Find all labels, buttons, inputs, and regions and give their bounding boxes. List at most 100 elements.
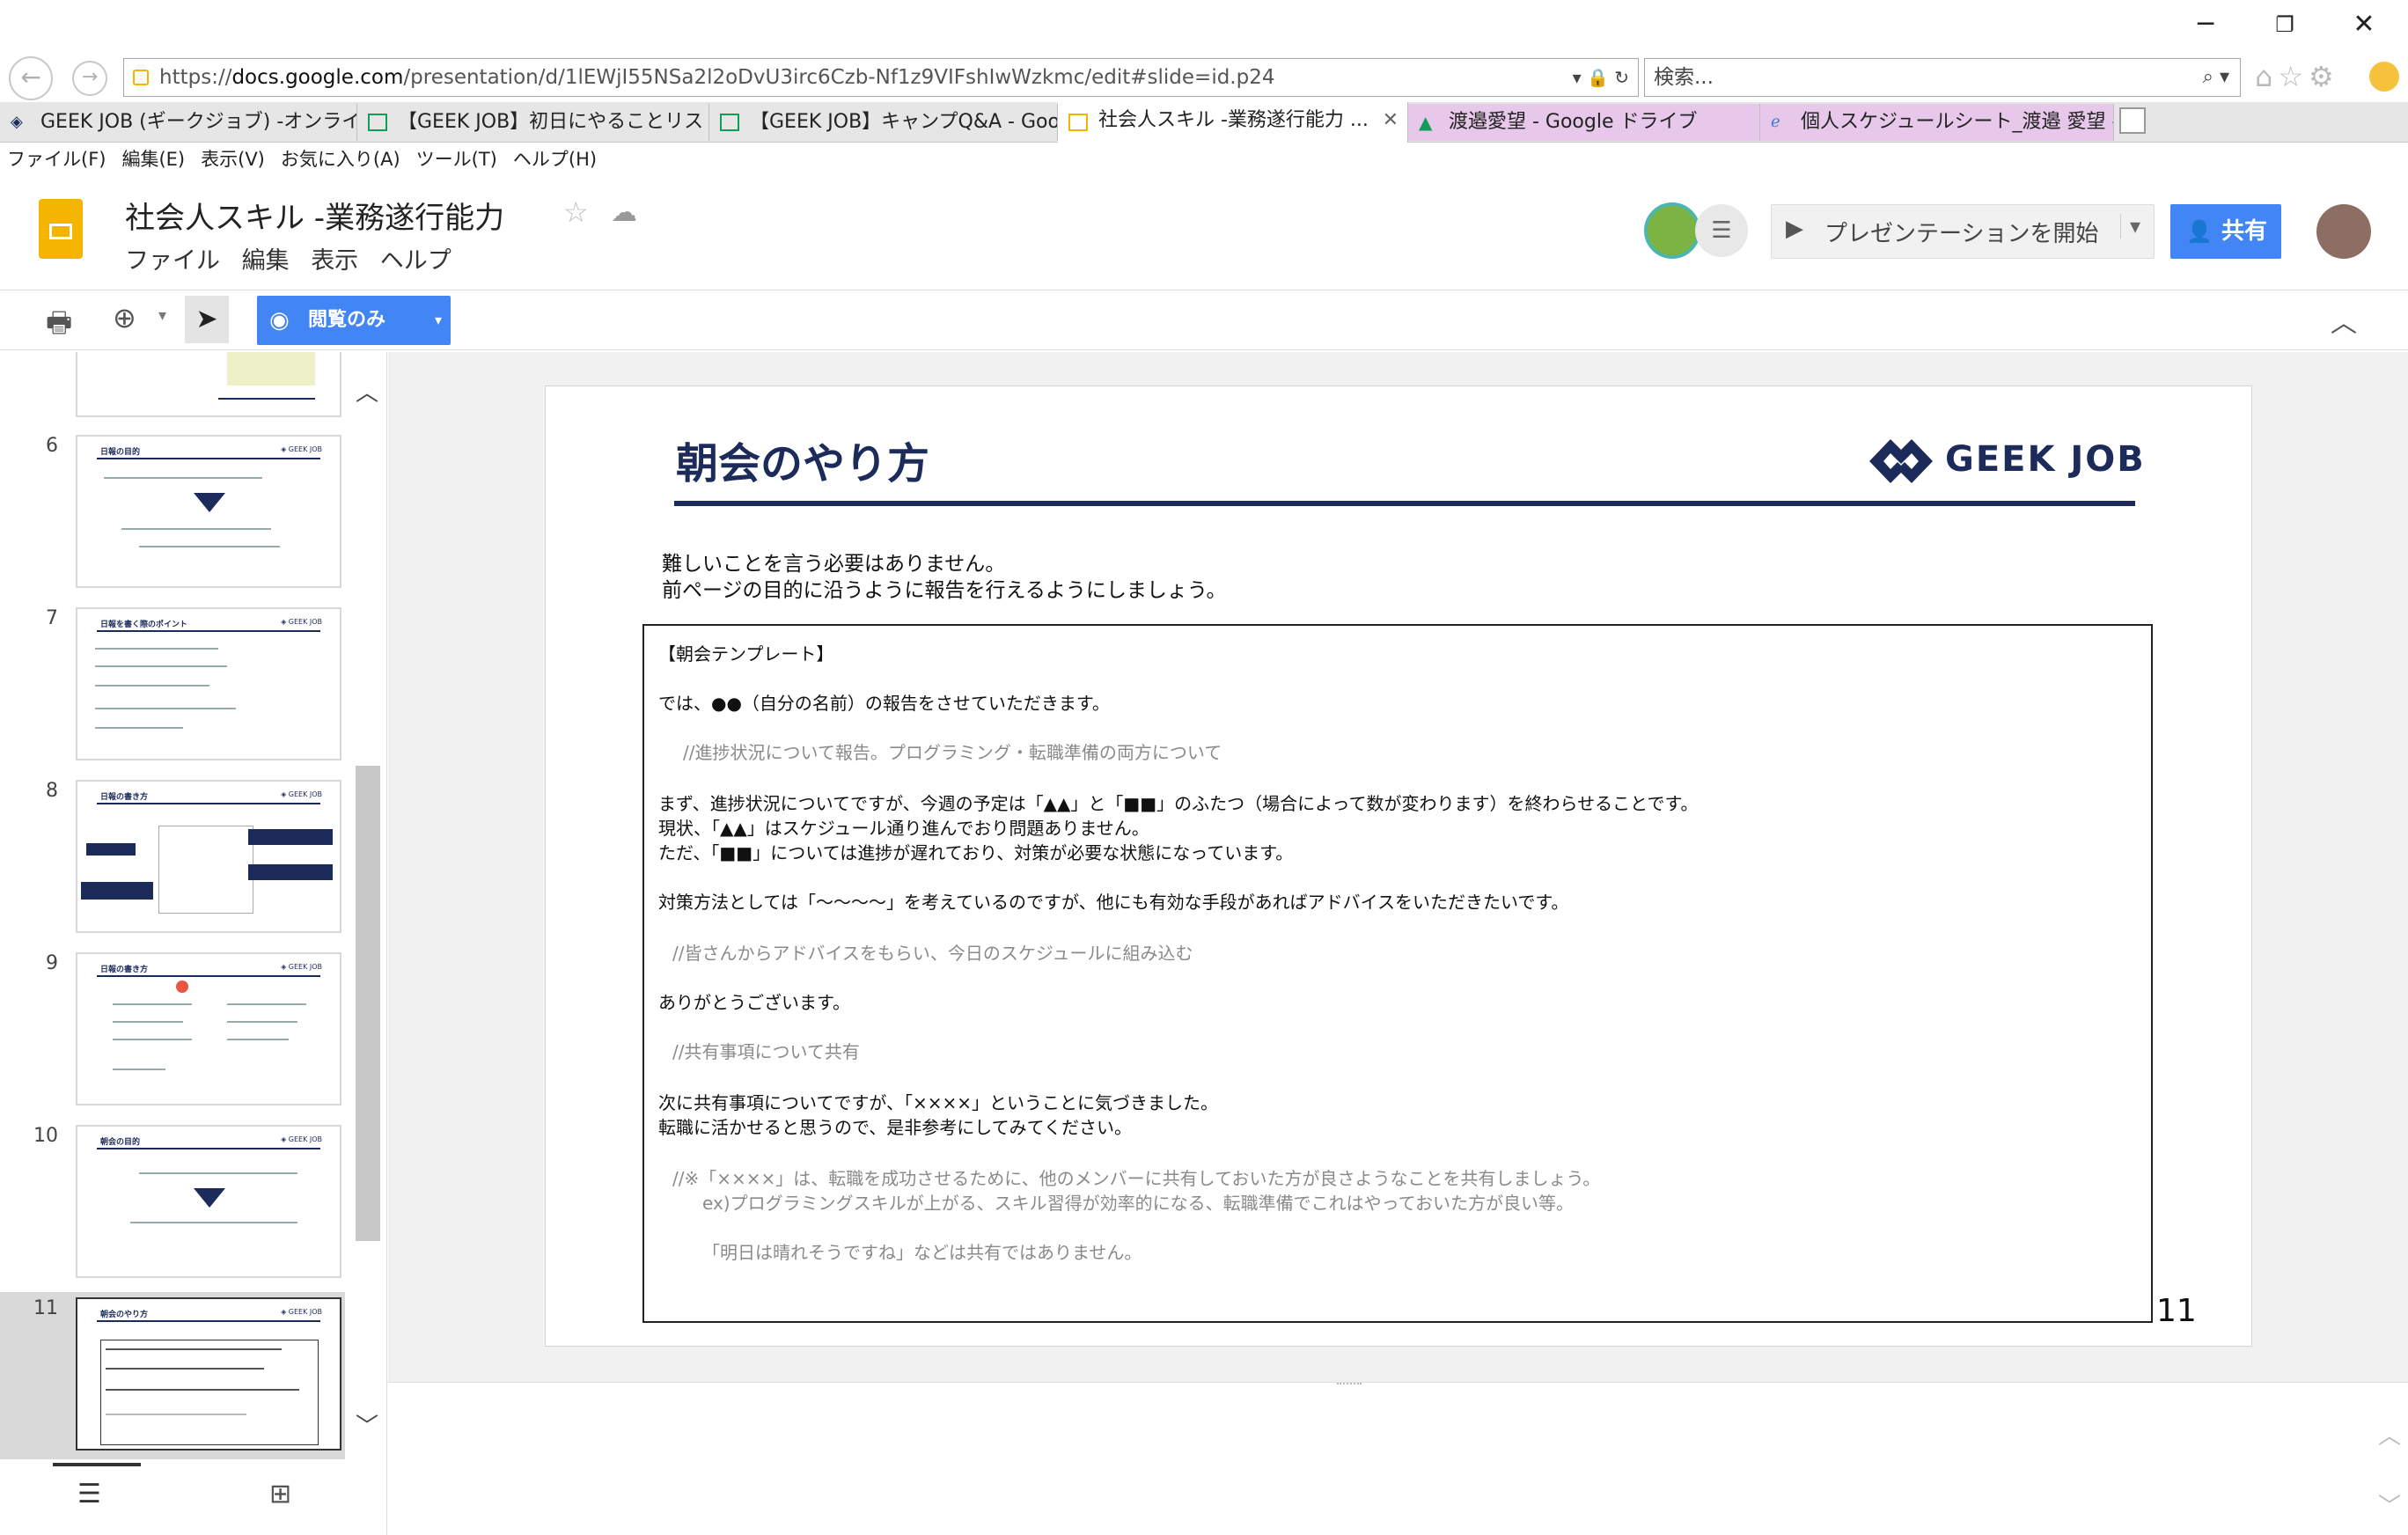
thumb-line: [139, 1172, 297, 1174]
grid-view-icon[interactable]: ⊞: [269, 1479, 291, 1509]
menu-favorites[interactable]: お気に入り(A): [281, 149, 400, 170]
tab-label: 【GEEK JOB】キャンプQ&A - Googl...: [750, 111, 1057, 133]
thumb-logo: ◈ GEEK JOB: [281, 790, 322, 798]
print-icon[interactable]: 🖶: [46, 303, 72, 350]
slide-thumb-5[interactable]: [76, 352, 341, 417]
scroll-down-icon[interactable]: ﹀: [356, 1408, 378, 1441]
url-input[interactable]: https://docs.google.com/presentation/d/1…: [123, 58, 1639, 97]
search-input[interactable]: 検索... ⌕ ▾: [1644, 58, 2241, 97]
search-icon[interactable]: ⌕ ▾: [2203, 59, 2229, 96]
zoom-dropdown-icon[interactable]: ▾: [158, 306, 166, 325]
slide-canvas: 朝会のやり方 GEEK JOB 難しいことを言う必要はありません。 前ページの目…: [388, 352, 2408, 1382]
drive-icon: ▲: [1419, 112, 1433, 133]
slide-thumb-9[interactable]: 日報の書き方 ◈ GEEK JOB: [76, 952, 341, 1105]
tab-close-icon[interactable]: ✕: [1383, 102, 1399, 139]
comments-icon[interactable]: ☰: [1695, 204, 1748, 257]
user-avatar[interactable]: [2316, 204, 2371, 259]
menu-help[interactable]: ヘルプ(H): [513, 149, 597, 170]
template-line: では、●●（自分の名前）の報告をさせていただきます。: [658, 693, 1110, 714]
notes-resize-handle[interactable]: [1337, 1383, 1362, 1388]
restore-icon[interactable]: ❐: [2258, 7, 2311, 42]
view-mode-button[interactable]: ◉ 閲覧のみ ▾: [257, 296, 451, 345]
url-controls-icon[interactable]: ▾ 🔒 ↻: [1573, 59, 1629, 96]
title-underline: [674, 501, 2135, 506]
thumb-box: [100, 1340, 319, 1445]
template-comment: //共有事項について共有: [672, 1041, 860, 1062]
doc-menu-file[interactable]: ファイル: [125, 247, 220, 275]
share-button[interactable]: 👤 共有: [2170, 204, 2281, 259]
slide-thumb-11[interactable]: 朝会のやり方 ◈ GEEK JOB: [76, 1297, 341, 1451]
tab-schedule[interactable]: ℯ 個人スケジュールシート_渡邉 愛望 -...: [1760, 104, 2114, 141]
notes-scroll-up-icon[interactable]: ︿: [2378, 1418, 2401, 1451]
speaker-notes[interactable]: ︿ ﹀: [388, 1382, 2408, 1535]
slide-number: 6: [46, 435, 58, 457]
browser-icons[interactable]: ⌂☆⚙: [2255, 60, 2339, 93]
menu-view[interactable]: 表示(V): [201, 149, 265, 170]
slide-thumb-7[interactable]: 日報を書く際のポイント ◈ GEEK JOB: [76, 607, 341, 760]
doc-menu-view[interactable]: 表示: [311, 247, 358, 275]
filmstrip-scrollbar[interactable]: [356, 766, 380, 1241]
thumb-arrow: [194, 493, 225, 512]
thumb-logo: ◈ GEEK JOB: [281, 1135, 322, 1143]
doc-title[interactable]: 社会人スキル -業務遂行能力: [125, 194, 504, 237]
window-titlebar: ─ ❐ ✕: [0, 0, 2408, 53]
present-dropdown-icon[interactable]: ▾: [2120, 214, 2140, 239]
cloud-icon[interactable]: ☁: [611, 197, 637, 228]
thumb-line: [113, 1069, 165, 1070]
star-icon[interactable]: ☆: [563, 195, 589, 229]
play-icon: ▶: [1786, 216, 1803, 242]
tab-checklist[interactable]: 【GEEK JOB】初日にやることリスト -...: [357, 104, 709, 141]
template-line: 次に共有事項についてですが、「××××」ということに気づきました。: [658, 1092, 1219, 1113]
sheets-icon: [368, 114, 387, 131]
slides-logo-icon[interactable]: [39, 199, 83, 259]
thumb-bar: [97, 975, 320, 977]
slide-number: 11: [33, 1297, 58, 1319]
thumb-line: [95, 685, 209, 687]
thumb-bar: [97, 1320, 320, 1322]
slide-thumb-8[interactable]: 日報の書き方 ◈ GEEK JOB: [76, 780, 341, 933]
thumb-line: [106, 1348, 282, 1350]
scroll-up-icon[interactable]: ︿: [356, 375, 378, 408]
template-line: 現状、「▲▲」はスケジュール通り進んでおり問題ありません。: [658, 818, 1149, 839]
thumb-line: [227, 1003, 306, 1005]
smiley-icon[interactable]: [2369, 62, 2399, 92]
person-icon: 👤: [2186, 219, 2213, 244]
template-line: ありがとうございます。: [658, 992, 850, 1013]
menu-edit[interactable]: 編集(E): [121, 149, 185, 170]
menu-tools[interactable]: ツール(T): [416, 149, 497, 170]
tab-label: 渡邉愛望 - Google ドライブ: [1449, 111, 1698, 133]
url-prefix: https://: [159, 66, 232, 89]
thumb-logo: ◈ GEEK JOB: [281, 618, 322, 626]
tab-slides-active[interactable]: 社会人スキル -業務遂行能力 ... ✕: [1058, 102, 1408, 143]
template-line: 転職に活かせると思うので、是非参考にしてみてください。: [658, 1117, 1132, 1138]
slides-icon: [1068, 114, 1088, 131]
zoom-icon[interactable]: ⊕: [113, 301, 136, 334]
current-slide: 朝会のやり方 GEEK JOB 難しいことを言う必要はありません。 前ページの目…: [545, 386, 2252, 1347]
forward-icon[interactable]: →: [72, 61, 107, 96]
select-tool-icon[interactable]: ➤: [185, 296, 229, 343]
thumb-bar: [97, 630, 320, 632]
back-icon[interactable]: ←: [9, 56, 53, 100]
minimize-icon[interactable]: ─: [2179, 7, 2232, 42]
collaborator-avatar[interactable]: [1644, 202, 1700, 259]
doc-menu: ファイル 編集 表示 ヘルプ: [125, 241, 452, 275]
close-window-icon[interactable]: ✕: [2338, 7, 2390, 42]
menu-file[interactable]: ファイル(F): [7, 149, 106, 170]
filmstrip-view-icon[interactable]: ☰: [77, 1479, 101, 1509]
slide-thumb-10[interactable]: 朝会の目的 ◈ GEEK JOB: [76, 1125, 341, 1278]
present-button[interactable]: ▶ プレゼンテーションを開始 ▾: [1771, 204, 2155, 259]
tab-geekjob[interactable]: ◈ GEEK JOB (ギークジョブ) -オンライン...: [0, 104, 357, 141]
slide-thumb-6[interactable]: 日報の目的 ◈ GEEK JOB: [76, 435, 341, 588]
notes-scroll-down-icon[interactable]: ﹀: [2378, 1488, 2401, 1521]
thumb-line: [106, 1389, 299, 1391]
tab-drive[interactable]: ▲ 渡邉愛望 - Google ドライブ: [1408, 104, 1760, 141]
thumb-line: [218, 398, 315, 400]
thumb-line: [95, 665, 227, 667]
collapse-icon[interactable]: ︿: [2331, 301, 2357, 340]
intro-line-2: 前ページの目的に沿うように報告を行えるようにしましょう。: [662, 579, 1227, 602]
doc-menu-help[interactable]: ヘルプ: [380, 247, 452, 275]
tab-qa[interactable]: 【GEEK JOB】キャンプQ&A - Googl...: [709, 104, 1058, 141]
thumb-line: [106, 1368, 264, 1370]
doc-menu-edit[interactable]: 編集: [242, 247, 290, 275]
new-tab-icon[interactable]: [2119, 107, 2146, 134]
